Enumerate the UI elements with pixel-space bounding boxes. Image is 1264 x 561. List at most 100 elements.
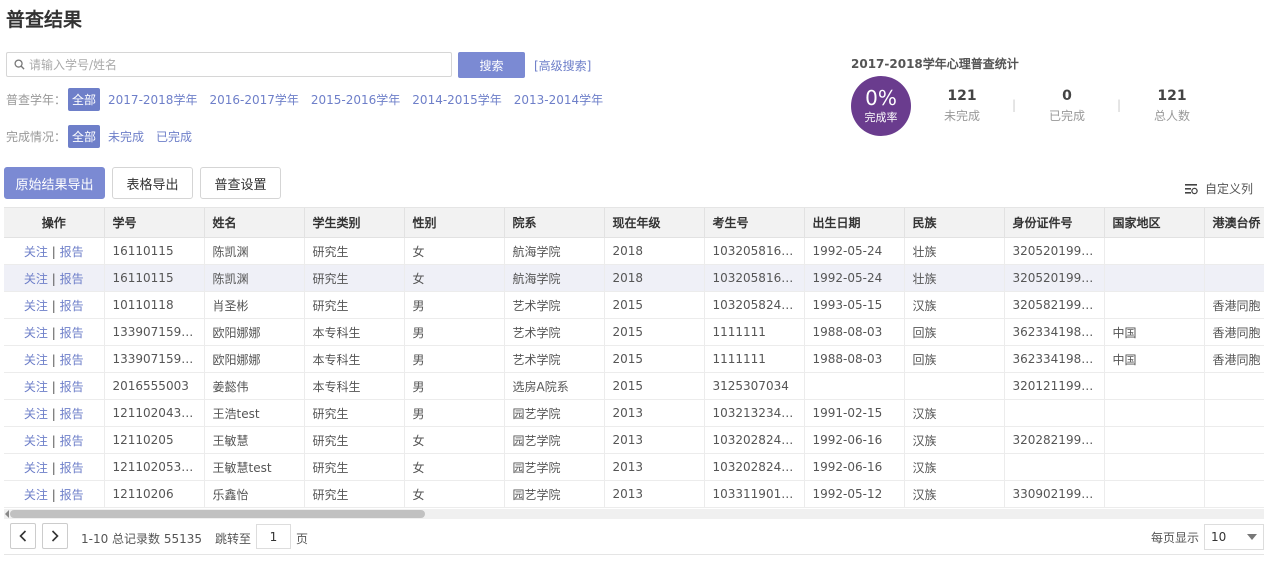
follow-link[interactable]: 关注 <box>24 380 48 394</box>
follow-link[interactable]: 关注 <box>24 353 48 367</box>
report-link[interactable]: 报告 <box>60 461 84 475</box>
status-option[interactable]: 已完成 <box>156 128 192 145</box>
column-header[interactable]: 姓名 <box>204 208 305 238</box>
year-option[interactable]: 2013-2014学年 <box>514 91 603 108</box>
column-header[interactable]: 院系 <box>504 208 605 238</box>
table-cell <box>1104 372 1205 400</box>
report-link[interactable]: 报告 <box>60 326 84 340</box>
table-cell <box>1104 237 1205 265</box>
table-row[interactable]: 关注 | 报告 1211020538… 王敏慧test 研究生女园艺学院 2013 103… <box>4 453 1264 481</box>
year-option[interactable]: 2016-2017学年 <box>209 91 298 108</box>
table-cell: 研究生 <box>304 237 405 265</box>
prev-page-button[interactable] <box>10 523 36 549</box>
search-box[interactable] <box>6 52 452 77</box>
table-cell: 1992-05-24 <box>804 237 905 265</box>
report-link[interactable]: 报告 <box>60 488 84 502</box>
report-link[interactable]: 报告 <box>60 407 84 421</box>
table-row[interactable]: 关注 | 报告 13390715944 欧阳娜娜 本专科生男艺术学院 2015 11111… <box>4 345 1264 373</box>
search-icon <box>14 59 25 70</box>
column-header[interactable]: 港澳台侨 <box>1204 208 1264 238</box>
table-cell: 乐鑫怡 <box>204 480 305 508</box>
follow-link[interactable]: 关注 <box>24 299 48 313</box>
status-option[interactable]: 未完成 <box>108 128 144 145</box>
stat-complete: 0 已完成 <box>1027 88 1107 124</box>
report-link[interactable]: 报告 <box>60 353 84 367</box>
stat-divider: | <box>1012 98 1017 112</box>
export-raw-button[interactable]: 原始结果导出 <box>4 167 105 199</box>
column-header[interactable]: 操作 <box>4 208 105 238</box>
column-header[interactable]: 学生类别 <box>304 208 405 238</box>
stat-value: 121 <box>1157 88 1187 104</box>
export-table-button[interactable]: 表格导出 <box>112 167 193 199</box>
stat-incomplete: 121 未完成 <box>922 88 1002 124</box>
follow-link[interactable]: 关注 <box>24 407 48 421</box>
search-button[interactable]: 搜索 <box>458 52 525 78</box>
column-header[interactable]: 出生日期 <box>804 208 905 238</box>
advanced-search-link[interactable]: [高级搜索] <box>534 57 591 74</box>
table-cell: 本专科生 <box>304 372 405 400</box>
custom-columns-button[interactable]: 自定义列 <box>1185 180 1253 197</box>
table-cell: 陈凯渊 <box>204 237 305 265</box>
report-link[interactable]: 报告 <box>60 434 84 448</box>
table-cell: 中国 <box>1104 318 1205 346</box>
column-header[interactable]: 现在年级 <box>604 208 705 238</box>
table-cell: 2015 <box>604 372 705 400</box>
page-number-input[interactable] <box>256 524 291 549</box>
follow-link[interactable]: 关注 <box>24 272 48 286</box>
results-table: 操作 学号 姓名 学生类别 性别 院系 现在年级 考生号 出生日期 民族 身份证… <box>4 207 1264 509</box>
table-cell: 男 <box>404 291 505 319</box>
per-page-select[interactable]: 10 <box>1204 524 1264 550</box>
scrollbar-thumb[interactable] <box>10 510 425 518</box>
table-cell: 汉族 <box>904 480 1005 508</box>
table-cell: 2013 <box>604 426 705 454</box>
follow-link[interactable]: 关注 <box>24 326 48 340</box>
table-cell <box>1104 264 1205 292</box>
follow-link[interactable]: 关注 <box>24 434 48 448</box>
table-row[interactable]: 关注 | 报告 10110118 肖圣彬 研究生男艺术学院 2015 1032058249… <box>4 291 1264 319</box>
follow-link[interactable]: 关注 <box>24 461 48 475</box>
table-cell: 3623341988… <box>1004 345 1105 373</box>
report-link[interactable]: 报告 <box>60 380 84 394</box>
action-separator: | <box>47 487 60 502</box>
search-input[interactable] <box>25 56 451 73</box>
column-header[interactable]: 考生号 <box>704 208 805 238</box>
table-cell: 1991-02-15 <box>804 399 905 427</box>
table-cell: 汉族 <box>904 453 1005 481</box>
table-cell: 12110206 <box>104 480 205 508</box>
table-cell: 3205201992… <box>1004 237 1105 265</box>
table-row[interactable]: 关注 | 报告 2016555003 姜懿伟 本专科生男选房A院系 2015 312530… <box>4 372 1264 400</box>
report-link[interactable]: 报告 <box>60 245 84 259</box>
column-header[interactable]: 身份证件号 <box>1004 208 1105 238</box>
custom-columns-label: 自定义列 <box>1205 182 1254 196</box>
table-cell: 1992-05-24 <box>804 264 905 292</box>
table-row[interactable]: 关注 | 报告 1211020438… 王浩test 研究生男园艺学院 2013 1032… <box>4 399 1264 427</box>
table-row[interactable]: 关注 | 报告 16110115 陈凯渊 研究生女航海学院 2018 1032058168… <box>4 237 1264 265</box>
survey-settings-button[interactable]: 普查设置 <box>200 167 281 199</box>
column-header[interactable]: 学号 <box>104 208 205 238</box>
table-cell: 姜懿伟 <box>204 372 305 400</box>
scroll-left-icon[interactable] <box>5 510 9 518</box>
table-cell: 壮族 <box>904 264 1005 292</box>
report-link[interactable]: 报告 <box>60 272 84 286</box>
table-cell <box>1104 399 1205 427</box>
table-cell <box>1204 372 1264 400</box>
year-option[interactable]: 2017-2018学年 <box>108 91 197 108</box>
follow-link[interactable]: 关注 <box>24 488 48 502</box>
table-row[interactable]: 关注 | 报告 13390715944 欧阳娜娜 本专科生男艺术学院 2015 11111… <box>4 318 1264 346</box>
next-page-button[interactable] <box>42 523 68 549</box>
table-cell: 3202821992… <box>1004 426 1105 454</box>
table-row[interactable]: 关注 | 报告 16110115 陈凯渊 研究生女航海学院 2018 1032058168… <box>4 264 1264 292</box>
year-option[interactable]: 2015-2016学年 <box>311 91 400 108</box>
column-header[interactable]: 性别 <box>404 208 505 238</box>
report-link[interactable]: 报告 <box>60 299 84 313</box>
table-row[interactable]: 关注 | 报告 12110205 王敏慧 研究生女园艺学院 2013 1032028249… <box>4 426 1264 454</box>
table-cell: 王敏慧test <box>204 453 305 481</box>
table-row[interactable]: 关注 | 报告 12110206 乐鑫怡 研究生女园艺学院 2013 1033119015… <box>4 480 1264 508</box>
table-cell: 欧阳娜娜 <box>204 318 305 346</box>
year-option[interactable]: 2014-2015学年 <box>412 91 501 108</box>
year-filter-all[interactable]: 全部 <box>68 88 101 111</box>
column-header[interactable]: 民族 <box>904 208 1005 238</box>
follow-link[interactable]: 关注 <box>24 245 48 259</box>
status-filter-all[interactable]: 全部 <box>68 125 101 148</box>
column-header[interactable]: 国家地区 <box>1104 208 1205 238</box>
